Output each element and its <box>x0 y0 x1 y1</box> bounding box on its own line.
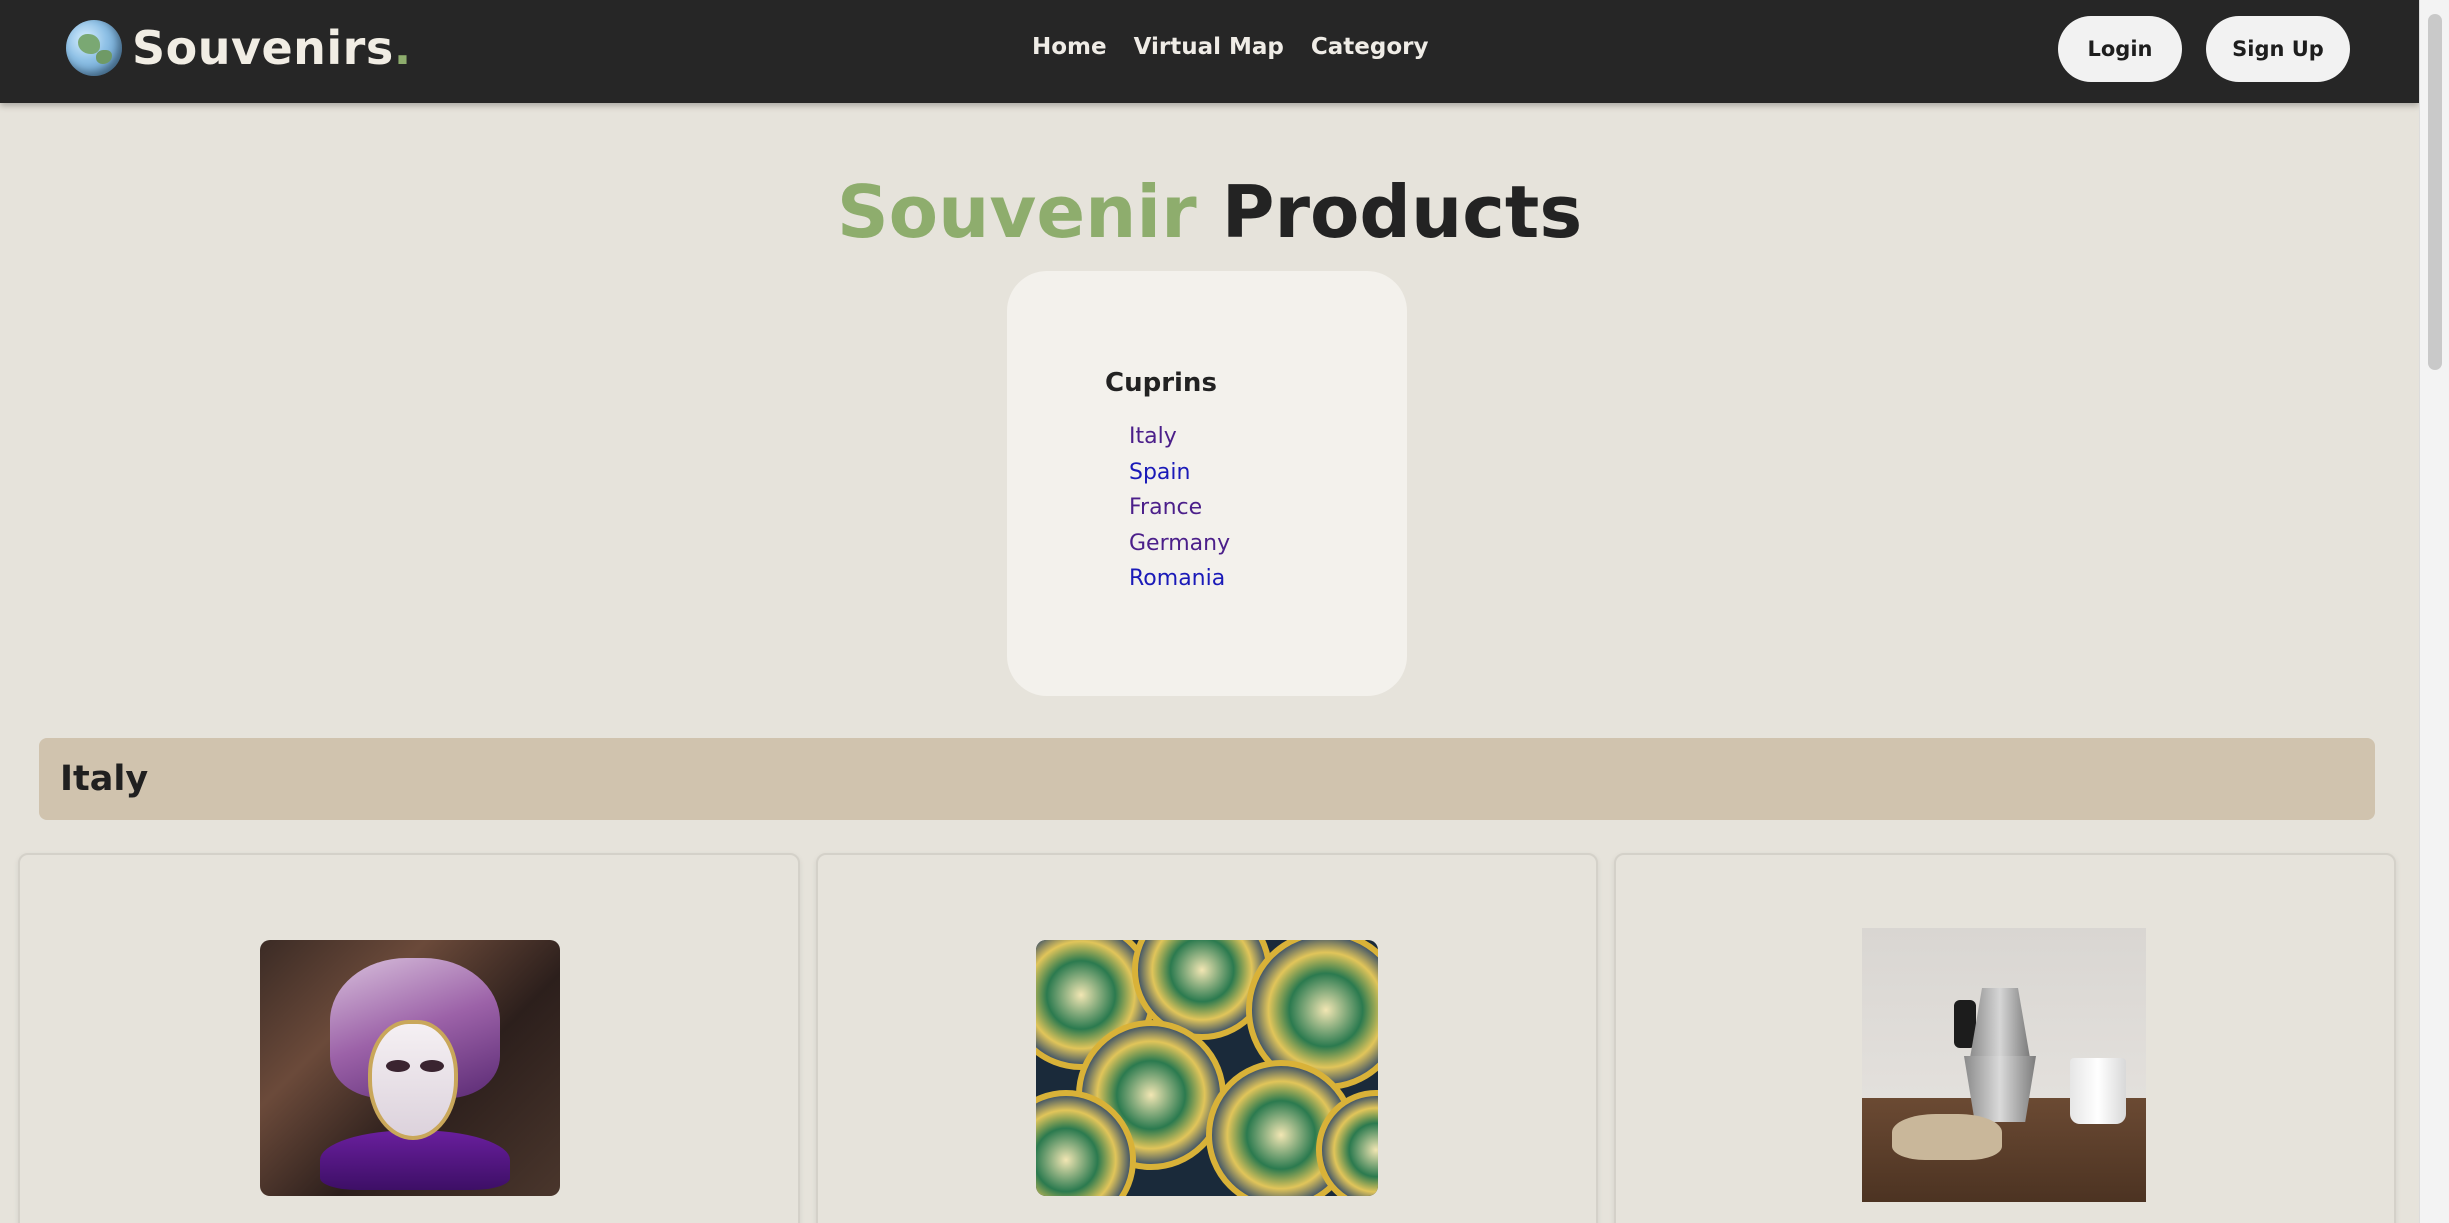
toc-heading: Cuprins <box>1105 368 1217 398</box>
toc-link-spain[interactable]: Spain <box>1129 455 1230 491</box>
list-item: France <box>1129 490 1230 526</box>
list-item: Spain <box>1129 455 1230 491</box>
product-card[interactable] <box>18 853 800 1223</box>
toc-link-italy[interactable]: Italy <box>1129 419 1230 455</box>
brand-name: Souvenirs. <box>132 21 412 75</box>
page-title: Souvenir Products <box>836 170 1583 254</box>
table-of-contents-panel: Cuprins Italy Spain France Germany Roman… <box>1007 271 1407 696</box>
moka-bottom-shape <box>1964 1056 2036 1122</box>
toc-link-germany[interactable]: Germany <box>1129 526 1230 562</box>
product-card[interactable] <box>816 853 1598 1223</box>
brand-logo-link[interactable]: Souvenirs. <box>66 20 412 76</box>
product-image-moka-pot <box>1862 928 2146 1202</box>
mug-shape <box>2070 1058 2126 1124</box>
section-title: Italy <box>60 759 149 799</box>
mask-eye <box>386 1060 410 1072</box>
list-item: Romania <box>1129 561 1230 597</box>
toc-link-france[interactable]: France <box>1129 490 1230 526</box>
scrollbar-thumb[interactable] <box>2428 14 2442 370</box>
section-header-italy: Italy <box>39 738 2375 820</box>
signup-button[interactable]: Sign Up <box>2206 16 2350 82</box>
list-item: Italy <box>1129 419 1230 455</box>
auth-buttons: Login Sign Up <box>2058 16 2350 82</box>
page-scrollbar[interactable] <box>2419 0 2449 1223</box>
navbar: Souvenirs. Home Virtual Map Category Log… <box>0 0 2419 103</box>
list-item: Germany <box>1129 526 1230 562</box>
main-nav: Home Virtual Map Category <box>1032 34 1429 60</box>
bag-shape <box>1892 1114 2002 1160</box>
mask-face-shape <box>368 1020 458 1140</box>
moka-top-shape <box>1970 988 2030 1058</box>
product-image-ceramic-plates <box>1036 940 1378 1196</box>
toc-link-romania[interactable]: Romania <box>1129 561 1230 597</box>
product-card[interactable] <box>1614 853 2396 1223</box>
nav-home[interactable]: Home <box>1032 34 1107 60</box>
mask-eye <box>420 1060 444 1072</box>
product-image-venetian-mask <box>260 940 560 1196</box>
globe-icon <box>66 20 122 76</box>
nav-category[interactable]: Category <box>1311 34 1429 60</box>
login-button[interactable]: Login <box>2058 16 2182 82</box>
country-list: Italy Spain France Germany Romania <box>1129 419 1230 597</box>
nav-virtual-map[interactable]: Virtual Map <box>1134 34 1284 60</box>
moka-handle-shape <box>1954 1000 1976 1048</box>
